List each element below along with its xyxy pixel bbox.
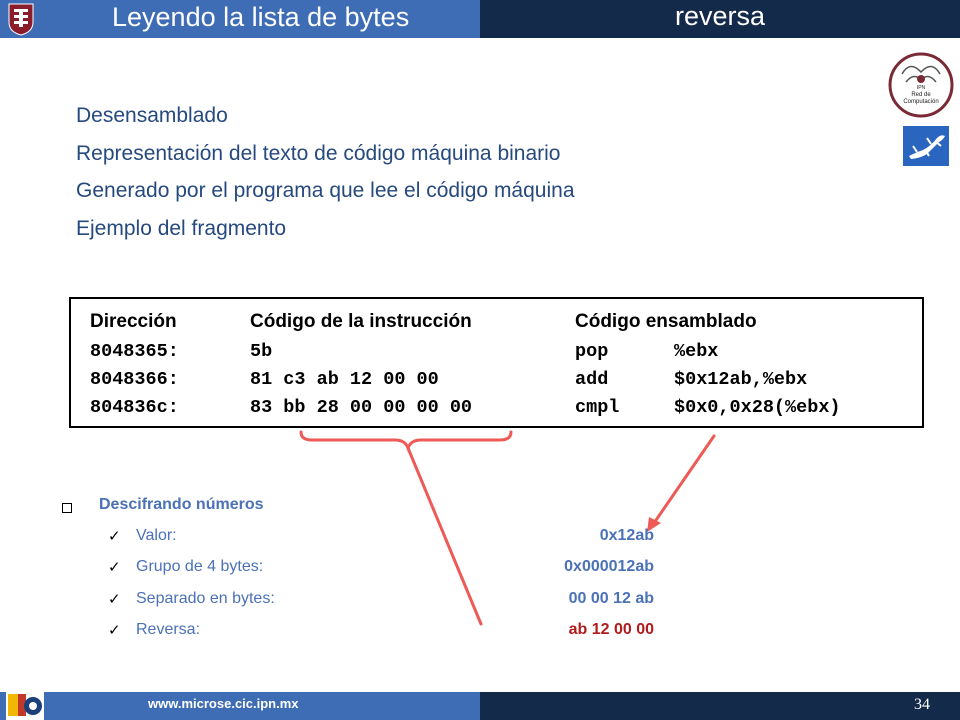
page-number: 34 xyxy=(914,696,930,713)
check-icon: ✓ xyxy=(108,591,121,608)
decoding-label: Grupo de 4 bytes: xyxy=(136,558,264,575)
square-bullet-icon xyxy=(62,503,72,513)
arrow-line xyxy=(652,434,716,525)
check-icon: ✓ xyxy=(108,559,121,576)
brace-annotation xyxy=(299,430,513,453)
decoding-value: 0x000012ab xyxy=(564,558,654,575)
footer-url-link[interactable]: www.microse.cic.ipn.mx xyxy=(148,696,299,711)
footer-bar-left: www.microse.cic.ipn.mx xyxy=(0,692,480,720)
pointer-line xyxy=(406,446,483,626)
decoding-label: Separado en bytes: xyxy=(136,590,275,607)
annotation-layer xyxy=(299,430,716,626)
check-icon: ✓ xyxy=(108,622,121,639)
decoding-title: Descifrando números xyxy=(99,496,264,513)
footer-bar-right: 34 xyxy=(480,692,960,720)
decoding-value: 00 00 12 ab xyxy=(568,590,654,607)
decoding-label: Valor: xyxy=(136,527,177,544)
decoding-label: Reversa: xyxy=(136,621,201,638)
decoding-value-highlight: ab 12 00 00 xyxy=(568,621,654,638)
check-icon: ✓ xyxy=(108,528,121,545)
cic-logo xyxy=(6,690,44,720)
decoding-value: 0x12ab xyxy=(599,527,654,544)
